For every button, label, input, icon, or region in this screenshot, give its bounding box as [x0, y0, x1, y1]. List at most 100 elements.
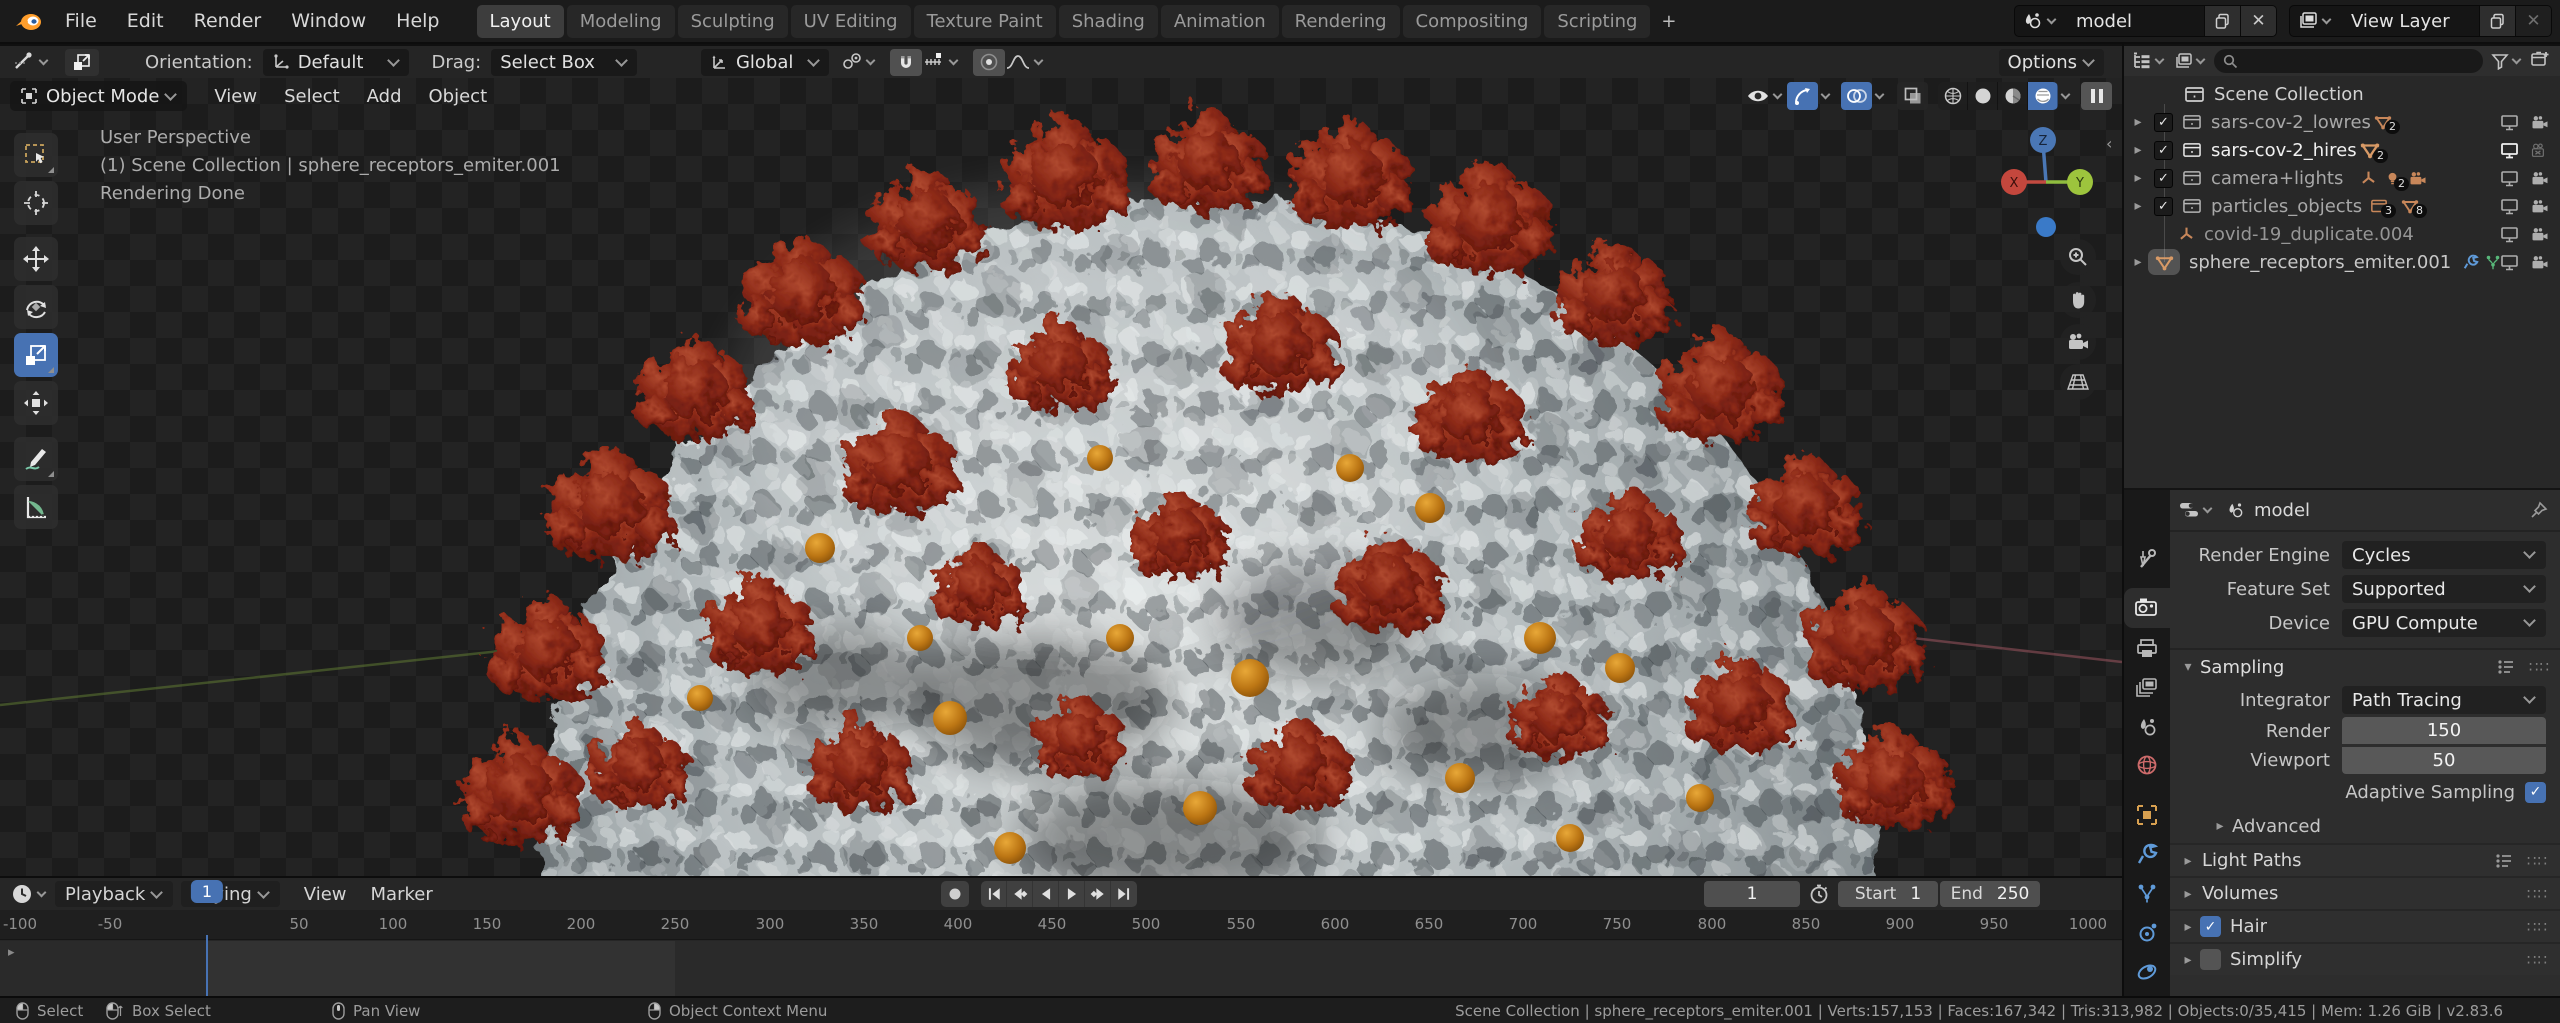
play-reverse-button[interactable] — [1033, 881, 1059, 907]
outliner-row-sars-cov-2-hires[interactable]: ▸ ✓ sars-cov-2_hires 2 — [2124, 136, 2560, 164]
simplify-panel[interactable]: ▸ Simplify ∷∷ — [2170, 942, 2560, 975]
blender-logo-icon[interactable] — [14, 10, 44, 32]
menu-render[interactable]: Render — [179, 10, 277, 32]
outliner-search-input[interactable] — [2214, 49, 2483, 73]
add-workspace-button[interactable]: + — [1653, 5, 1684, 38]
view-layer-new-button[interactable] — [2479, 6, 2515, 36]
viewport-ortho-toggle-button[interactable] — [2060, 364, 2096, 400]
orientation-dropdown[interactable]: Default — [262, 48, 410, 76]
tab-sculpting[interactable]: Sculpting — [677, 4, 788, 38]
timeline-ruler[interactable]: -100 -50 50 100 150 200 250 300 350 400 … — [0, 910, 2122, 940]
render-samples-field[interactable]: 150 — [2342, 717, 2546, 744]
viewport-menu-add[interactable]: Add — [367, 86, 402, 107]
shading-material-button[interactable] — [1998, 82, 2028, 110]
pin-icon[interactable] — [2530, 501, 2548, 519]
volumes-panel[interactable]: ▸ Volumes ∷∷ — [2170, 876, 2560, 909]
tool-transform[interactable] — [14, 381, 58, 425]
tab-shading[interactable]: Shading — [1058, 4, 1158, 38]
tab-animation[interactable]: Animation — [1160, 4, 1279, 38]
light-paths-panel[interactable]: ▸ Light Paths ∷∷ — [2170, 843, 2560, 876]
frame-start-field[interactable]: Start 1 — [1838, 881, 1938, 907]
viewport-3d[interactable]: Object Mode View Select Add Object User … — [0, 78, 2122, 876]
tool-scale[interactable] — [14, 333, 58, 377]
outliner-row-covid19-duplicate[interactable]: covid-19_duplicate.004 — [2124, 220, 2560, 248]
collection-checkbox[interactable]: ✓ — [2154, 112, 2173, 132]
device-dropdown[interactable]: GPU Compute — [2342, 609, 2546, 637]
tool-move[interactable] — [14, 237, 58, 281]
tab-modeling[interactable]: Modeling — [566, 4, 675, 38]
options-dropdown[interactable]: Options — [1998, 48, 2104, 76]
tab-modifiers[interactable] — [2124, 834, 2170, 874]
tab-scripting[interactable]: Scripting — [1544, 4, 1651, 38]
auto-keying-toggle[interactable] — [941, 881, 969, 907]
outliner-row-sphere-receptors-emiter[interactable]: ▸ sphere_receptors_emiter.001 — [2124, 248, 2560, 276]
xray-toggle[interactable] — [1897, 82, 1928, 110]
presets-icon[interactable] — [2497, 659, 2515, 675]
panel-drag-handle[interactable]: ∷∷ — [2527, 918, 2548, 936]
timeline-menu-view[interactable]: View — [304, 884, 347, 905]
tool-select-box[interactable] — [14, 133, 58, 177]
new-collection-button[interactable] — [2530, 50, 2550, 72]
tool-cursor[interactable] — [14, 181, 58, 225]
view-layer-browse-button[interactable] — [2290, 6, 2339, 36]
hide-in-viewport-toggle[interactable] — [2500, 142, 2519, 159]
snap-toggle[interactable] — [890, 48, 923, 76]
hide-in-viewport-toggle[interactable] — [2500, 198, 2519, 215]
shading-wireframe-button[interactable] — [1938, 82, 1968, 110]
scene-delete-button[interactable]: ✕ — [2240, 6, 2276, 36]
pivot-point-dropdown[interactable] — [841, 51, 876, 73]
playhead[interactable] — [206, 935, 208, 996]
outliner-row-particles-objects[interactable]: ▸ ✓ particles_objects 3 8 — [2124, 192, 2560, 220]
disable-in-renders-toggle[interactable] — [2530, 170, 2550, 187]
current-frame-indicator[interactable]: 1 — [190, 880, 224, 903]
scene-name[interactable]: model — [2064, 11, 2204, 32]
play-button[interactable] — [1059, 881, 1085, 907]
tab-texture-paint[interactable]: Texture Paint — [913, 4, 1056, 38]
outliner-display-mode-dropdown[interactable] — [2132, 52, 2165, 70]
object-visibility-dropdown[interactable] — [1746, 86, 1783, 106]
menu-window[interactable]: Window — [276, 10, 381, 32]
properties-editor-type-dropdown[interactable] — [2178, 500, 2213, 520]
navigation-gizmo[interactable]: Z X Y — [1994, 118, 2098, 242]
frame-end-field[interactable]: End 250 — [1940, 881, 2040, 907]
viewport-zoom-button[interactable] — [2060, 239, 2096, 275]
tab-constraints[interactable] — [2124, 952, 2170, 992]
snap-target-dropdown[interactable] — [922, 52, 959, 72]
tab-world[interactable] — [2124, 745, 2170, 785]
collection-checkbox[interactable]: ✓ — [2154, 168, 2173, 188]
gizmo-minus-z-axis[interactable] — [2036, 217, 2056, 237]
viewport-samples-field[interactable]: 50 — [2342, 747, 2546, 774]
falloff-dropdown[interactable] — [1005, 52, 1044, 72]
scene-new-button[interactable] — [2204, 6, 2240, 36]
gizmos-toggle[interactable] — [1787, 82, 1818, 110]
hide-in-viewport-toggle[interactable] — [2500, 254, 2519, 271]
shading-solid-button[interactable] — [1968, 82, 1998, 110]
advanced-subpanel[interactable]: ▸ Advanced — [2170, 809, 2560, 843]
adaptive-sampling-checkbox[interactable]: ✓ — [2525, 781, 2546, 803]
tool-rotate[interactable] — [14, 285, 58, 329]
render-engine-dropdown[interactable]: Cycles — [2342, 541, 2546, 569]
viewport-menu-view[interactable]: View — [214, 86, 257, 107]
hair-panel[interactable]: ▸ ✓ Hair ∷∷ — [2170, 909, 2560, 942]
main-splitter[interactable] — [2122, 44, 2124, 996]
active-tool-dropdown[interactable] — [12, 50, 49, 74]
collection-checkbox[interactable]: ✓ — [2154, 196, 2173, 216]
sidebar-collapse-arrow[interactable]: ‹ — [2106, 134, 2112, 153]
panel-drag-handle[interactable]: ∷∷ — [2527, 852, 2548, 870]
view-layer-name[interactable]: View Layer — [2339, 11, 2479, 32]
presets-icon[interactable] — [2495, 853, 2513, 869]
viewport-pan-button[interactable] — [2060, 282, 2096, 318]
tab-object[interactable] — [2124, 795, 2170, 835]
outliner-filter-dropdown[interactable] — [2491, 53, 2522, 70]
hide-in-viewport-toggle[interactable] — [2500, 114, 2519, 131]
menu-help[interactable]: Help — [381, 10, 454, 32]
timeline-menu-marker[interactable]: Marker — [371, 884, 433, 905]
tab-layout[interactable]: Layout — [476, 4, 564, 38]
hide-in-viewport-toggle[interactable] — [2500, 170, 2519, 187]
tab-compositing[interactable]: Compositing — [1402, 4, 1542, 38]
tab-particles[interactable] — [2124, 873, 2170, 913]
shading-rendered-button[interactable] — [2028, 82, 2058, 110]
use-preview-range-toggle[interactable] — [1808, 883, 1830, 905]
overlays-toggle[interactable] — [1841, 82, 1872, 110]
playback-dropdown[interactable]: Playback — [55, 881, 174, 907]
